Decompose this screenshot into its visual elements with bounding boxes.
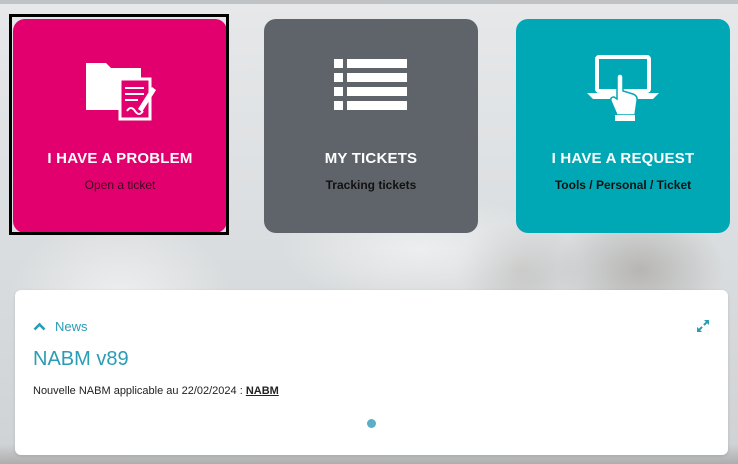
- tile-i-have-a-problem[interactable]: I HAVE A PROBLEM Open a ticket: [13, 19, 227, 233]
- tile-subtitle: Tools / Personal / Ticket: [554, 178, 692, 192]
- touch-screen-icon: [587, 55, 659, 121]
- tile-my-tickets[interactable]: MY TICKETS Tracking tickets: [264, 19, 478, 233]
- news-link[interactable]: NABM: [246, 385, 279, 397]
- tile-title: MY TICKETS: [324, 150, 418, 167]
- news-panel: News NABM v89 Nouvelle NABM applicable a…: [15, 290, 728, 455]
- chevron-up-icon: [33, 322, 46, 331]
- tile-title: I HAVE A REQUEST: [551, 150, 695, 167]
- news-title: NABM v89: [33, 348, 129, 370]
- tile-subtitle: Tracking tickets: [325, 178, 417, 192]
- list-icon: [334, 59, 407, 110]
- tile-title: I HAVE A PROBLEM: [47, 150, 193, 167]
- folder-document-icon: [86, 63, 156, 121]
- tile-i-have-a-request[interactable]: I HAVE A REQUEST Tools / Personal / Tick…: [516, 19, 730, 233]
- news-label: News: [55, 319, 88, 334]
- news-toggle[interactable]: News: [33, 319, 88, 334]
- tile-subtitle: Open a ticket: [84, 178, 156, 192]
- news-text: Nouvelle NABM applicable au 22/02/2024 :…: [33, 385, 279, 397]
- news-body: Nouvelle NABM applicable au 22/02/2024 :: [33, 385, 246, 397]
- carousel-dot[interactable]: [367, 419, 376, 428]
- top-border: [0, 0, 738, 4]
- expand-icon[interactable]: [695, 318, 711, 334]
